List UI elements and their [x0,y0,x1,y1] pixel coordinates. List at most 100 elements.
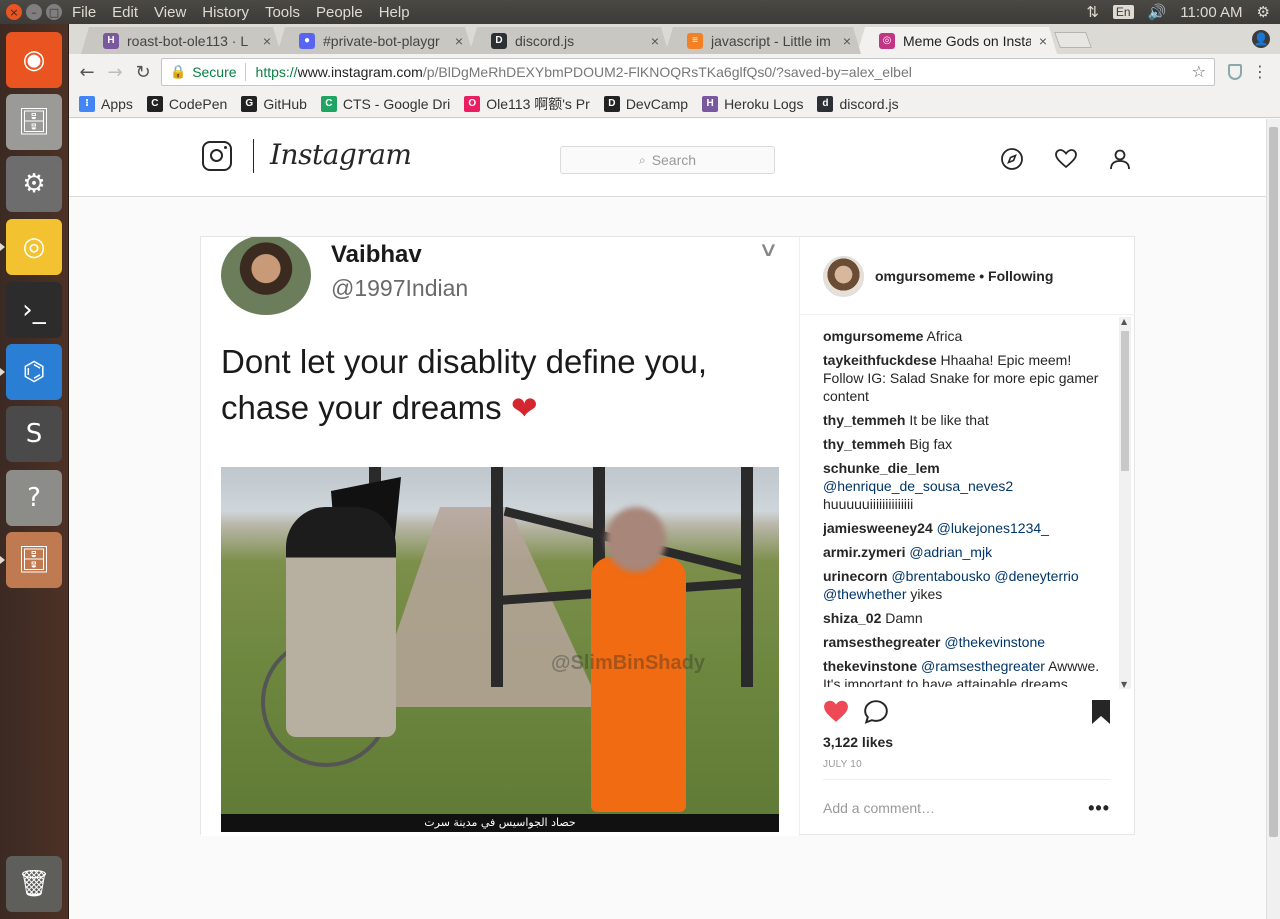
comment-username[interactable]: jamiesweeney24 [823,520,933,536]
menu-tools[interactable]: Tools [265,4,300,21]
apps-grid-icon: ⁝ [79,95,95,112]
clock[interactable]: 11:00 AM [1180,4,1242,21]
activity-heart-icon[interactable] [1054,147,1078,171]
vscode-icon[interactable]: ⌬ [6,344,62,400]
ubuntu-dash-icon-glyph: ◉ [22,45,46,75]
comment-mention[interactable]: @adrian_mjk [909,544,992,560]
system-settings-icon[interactable]: ⚙ [6,156,62,212]
comment-username[interactable]: thy_temmeh [823,436,905,452]
bookmark-item[interactable]: d discord.js [817,95,899,112]
comment-username[interactable]: urinecorn [823,568,888,584]
save-bookmark-icon[interactable] [1091,699,1111,725]
tab-close-icon[interactable]: × [455,33,463,49]
menu-history[interactable]: History [202,4,249,21]
post-image[interactable]: Vaibhav @1997Indian ∨ Dont let your disa… [201,237,799,836]
more-options-icon[interactable]: ••• [1088,798,1110,819]
comment-mention[interactable]: @lukejones1234_ [937,520,1049,536]
photo-walkway [371,507,601,707]
forward-arrow-icon[interactable]: → [101,62,129,83]
menu-help[interactable]: Help [379,4,410,21]
address-bar[interactable]: 🔒 Secure https:// www.instagram.com /p/B… [161,58,1215,86]
instagram-header: Instagram ⌕ Search [69,119,1266,197]
files-icon-2[interactable]: 🗄 [6,532,62,588]
following-button[interactable]: Following [988,268,1053,284]
keyboard-layout-indicator[interactable]: En [1112,5,1134,19]
menu-view[interactable]: View [154,4,186,21]
scroll-down-arrow-icon[interactable]: ▼ [1121,680,1127,689]
bookmark-item[interactable]: ⁝ Apps [79,95,133,112]
tab-close-icon[interactable]: × [263,33,271,49]
comment-username[interactable]: taykeithfuckdese [823,352,937,368]
minimize-window-button[interactable]: – [26,4,42,20]
add-comment-field[interactable]: Add a comment… ••• [823,779,1110,835]
bookmark-label: Heroku Logs [724,95,804,112]
system-gear-icon[interactable]: ⚙ [1257,3,1270,21]
comment-item: thy_temmeh It be like that [823,411,1103,429]
bookmark-item[interactable]: C CodePen [146,95,227,112]
tab-close-icon[interactable]: × [843,33,851,49]
files-icon-2-glyph: 🗄 [17,545,51,575]
files-icon[interactable]: 🗄 [6,94,62,150]
volume-icon[interactable]: 🔊 [1148,3,1167,21]
comment-mention[interactable]: @thekevinstone [944,634,1045,650]
comment-username[interactable]: omgursomeme [823,328,923,344]
instagram-camera-icon[interactable] [202,141,232,171]
browser-tab[interactable]: Hroast-bot-ole113 · L × [81,27,281,54]
extension-shield-icon[interactable] [1228,64,1242,80]
bookmark-star-icon[interactable]: ☆ [1192,62,1206,82]
avatar[interactable] [823,256,864,297]
bookmark-item[interactable]: O Ole113 啊额's Pr [464,94,590,114]
explore-compass-icon[interactable] [1000,147,1024,171]
comment-mention[interactable]: @henrique_de_sousa_neves2 [823,478,1013,494]
page-scrollbar[interactable] [1266,119,1280,919]
profile-person-icon[interactable] [1108,147,1132,171]
menu-edit[interactable]: Edit [112,4,138,21]
bookmark-item[interactable]: C CTS - Google Dri [320,95,450,112]
chrome-icon[interactable]: ◎ [6,219,62,275]
trash-icon[interactable]: 🗑 [6,856,62,912]
comment-username[interactable]: schunke_die_lem [823,460,940,476]
menu-file[interactable]: File [72,4,96,21]
bookmark-item[interactable]: H Heroku Logs [702,95,804,112]
running-indicator [0,368,5,376]
close-window-button[interactable]: × [6,4,22,20]
search-input[interactable]: ⌕ Search [560,146,775,174]
comment-username[interactable]: ramsesthegreater [823,634,941,650]
reload-icon[interactable]: ↻ [129,62,157,83]
comment-bubble-icon[interactable] [863,699,889,725]
comments-scrollbar[interactable]: ▲ ▼ [1119,317,1131,689]
maximize-window-button[interactable]: □ [46,4,62,20]
comment-mention[interactable]: @ramsesthegreater [921,658,1045,674]
instagram-wordmark[interactable]: Instagram [270,138,412,171]
comment-username[interactable]: thekevinstone [823,658,917,674]
scroll-up-arrow-icon[interactable]: ▲ [1121,317,1127,326]
back-arrow-icon[interactable]: ← [73,62,101,83]
bookmark-item[interactable]: G GitHub [241,95,307,112]
tab-close-icon[interactable]: × [651,33,659,49]
browser-tab[interactable]: ≡ javascript - Little im × [665,27,861,54]
page-scroll-thumb[interactable] [1269,127,1278,837]
like-heart-icon[interactable] [823,699,849,723]
browser-tab[interactable]: Ddiscord.js × [469,27,669,54]
unknown-app-icon[interactable]: ? [6,470,62,526]
menu-people[interactable]: People [316,4,363,21]
tab-close-icon[interactable]: × [1039,33,1047,49]
likes-count[interactable]: 3,122 likes [823,734,893,750]
comment-username[interactable]: armir.zymeri [823,544,906,560]
network-icon[interactable]: ⇅ [1086,3,1099,21]
post-author-username[interactable]: omgursomeme [875,268,975,284]
sublime-text-icon[interactable]: S [6,406,62,462]
new-tab-button[interactable] [1054,32,1092,48]
browser-tab[interactable]: ◎ Meme Gods on Insta × [857,27,1057,54]
browser-tab[interactable]: ● #private-bot-playgr × [277,27,473,54]
terminal-icon[interactable]: ›_ [6,282,62,338]
bookmark-item[interactable]: D DevCamp [603,95,688,112]
comment-username[interactable]: shiza_02 [823,610,881,626]
profile-icon[interactable]: 👤 [1252,30,1270,48]
ubuntu-dash-icon[interactable]: ◉ [6,32,62,88]
post-date[interactable]: JULY 10 [823,759,862,770]
browser-menu-icon[interactable]: ⋮ [1252,62,1268,81]
comment-username[interactable]: thy_temmeh [823,412,905,428]
post-sidebar: omgursomeme • Following omgursomeme Afri… [799,237,1135,835]
comments-scroll-thumb[interactable] [1121,331,1129,471]
